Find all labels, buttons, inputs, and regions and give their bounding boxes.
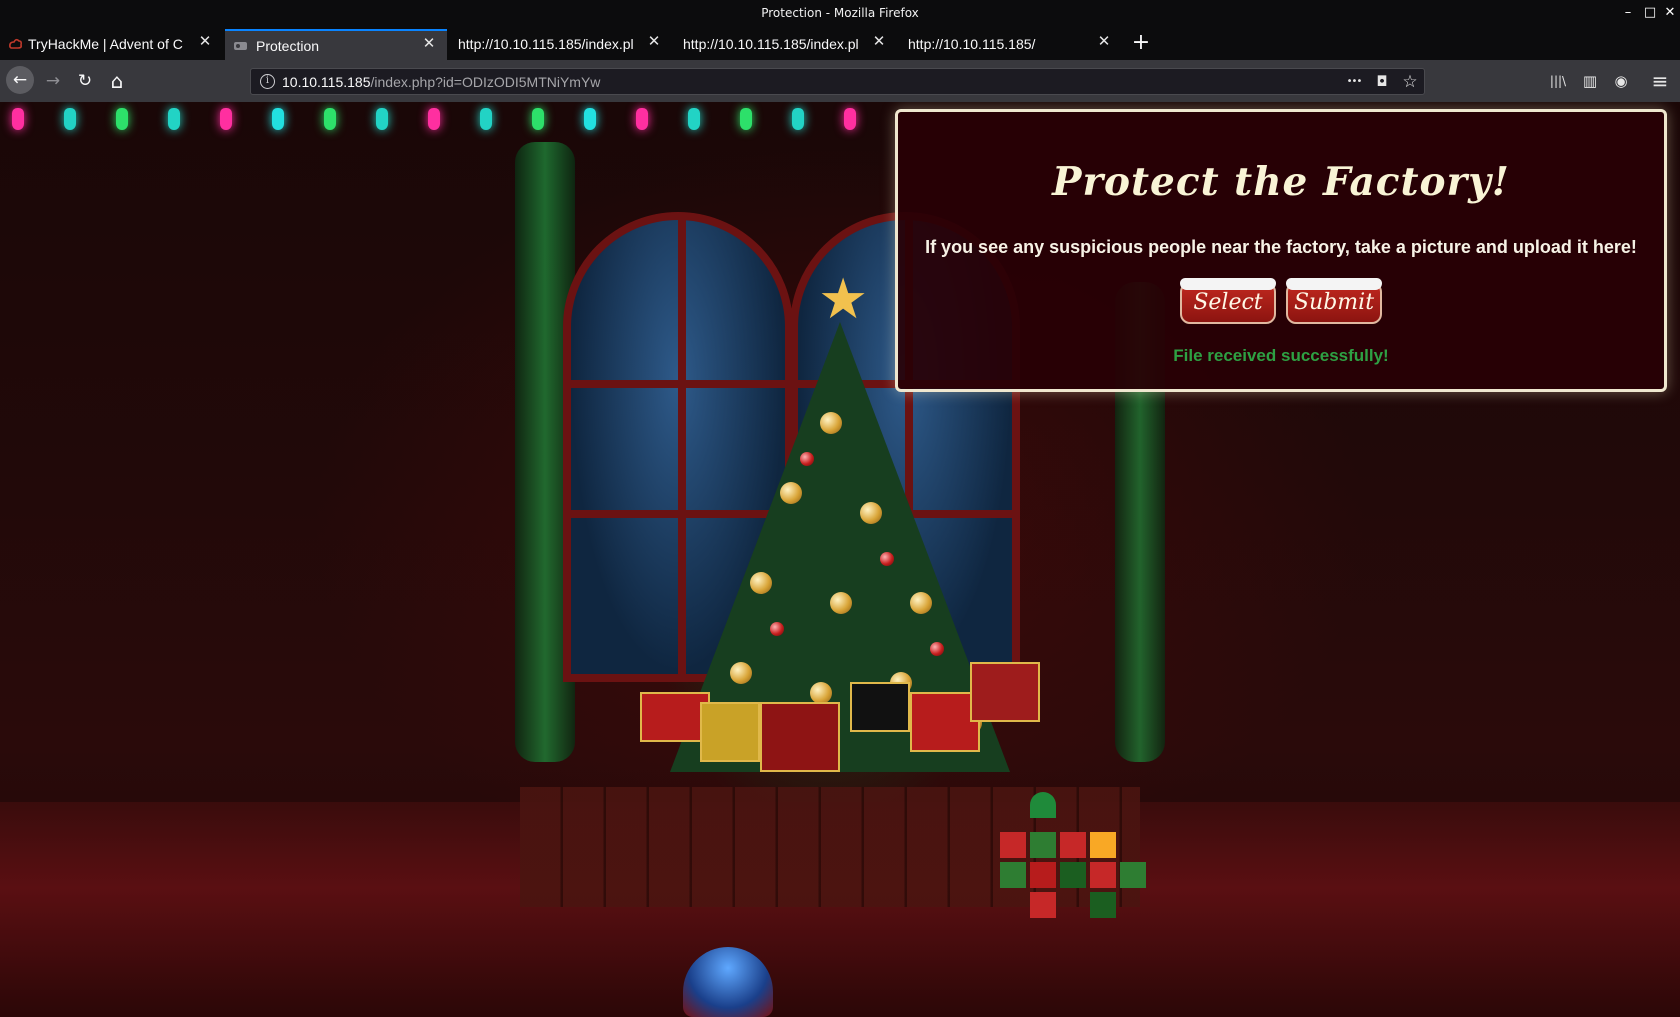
window-titlebar: Protection - Mozilla Firefox – □ ✕ [0,0,1680,27]
page-content: ★ Protect the Factory! If you see any su… [0,102,1680,1017]
hamburger-menu-icon[interactable]: ≡ [1649,70,1671,92]
site-info-icon[interactable]: i [260,74,275,89]
page-description: If you see any suspicious people near th… [925,237,1637,257]
bookmark-star-icon[interactable]: ☆ [1400,72,1420,92]
upload-panel: Protect the Factory! If you see any susp… [895,109,1667,392]
url-host: 10.10.115.185 [282,74,371,90]
back-button[interactable]: ← [6,66,34,94]
upload-status-message: File received successfully! [1173,346,1389,365]
submit-button-label: Submit [1293,290,1375,315]
sidebar-icon[interactable]: ▥ [1579,70,1601,92]
close-window-button[interactable]: ✕ [1660,3,1680,23]
tab-index-1[interactable]: http://10.10.115.185/index.pl ✕ [450,29,672,60]
close-tab-icon[interactable]: ✕ [1096,34,1112,50]
select-file-button[interactable]: Select [1180,278,1276,324]
tab-index-2[interactable]: http://10.10.115.185/index.pl ✕ [675,29,897,60]
tab-root[interactable]: http://10.10.115.185/ ✕ [900,29,1122,60]
tab-label: http://10.10.115.185/index.pl [458,36,634,52]
tab-protection[interactable]: Protection ✕ [225,29,447,60]
home-button[interactable]: ⌂ [104,68,130,94]
forward-button[interactable]: → [40,68,66,94]
snow-cap-icon [1286,278,1382,290]
tab-label: http://10.10.115.185/ [908,36,1036,52]
window-title: Protection - Mozilla Firefox [761,6,919,20]
url-text[interactable]: 10.10.115.185/index.php?id=ODIzODI5MTNiY… [282,74,600,90]
pocket-icon[interactable]: ◘ [1372,72,1392,92]
select-button-label: Select [1193,290,1263,315]
tree-star-icon: ★ [818,267,869,332]
tab-tryhackme[interactable]: TryHackMe | Advent of C ✕ [0,29,223,60]
tab-strip: TryHackMe | Advent of C ✕ Protection ✕ h… [0,27,1680,60]
page-title: Protect the Factory! [1052,159,1510,205]
navigation-bar: ← → ↻ ⌂ i 10.10.115.185/index.php?id=ODI… [0,60,1680,102]
new-tab-button[interactable]: + [1131,27,1151,58]
close-tab-icon[interactable]: ✕ [646,34,662,50]
reload-button[interactable]: ↻ [72,68,98,94]
close-tab-icon[interactable]: ✕ [421,36,437,52]
close-tab-icon[interactable]: ✕ [197,34,213,50]
tab-label: Protection [256,38,320,54]
close-tab-icon[interactable]: ✕ [871,34,887,50]
toy-blocks [1000,792,1170,922]
url-bar[interactable]: i 10.10.115.185/index.php?id=ODIzODI5MTN… [250,68,1425,95]
page-actions-icon[interactable]: ••• [1344,72,1364,92]
maximize-button[interactable]: □ [1640,3,1660,23]
snow-cap-icon [1180,278,1276,290]
tryhackme-favicon-icon [8,37,23,51]
library-icon[interactable]: |||\ [1547,70,1569,92]
page-favicon-icon [233,39,248,53]
tab-label: TryHackMe | Advent of C [28,36,183,52]
url-path: /index.php?id=ODIzODI5MTNiYmYw [370,74,601,90]
minimize-button[interactable]: – [1618,3,1638,23]
submit-button[interactable]: Submit [1286,278,1382,324]
tab-label: http://10.10.115.185/index.pl [683,36,859,52]
account-icon[interactable]: ◉ [1610,70,1632,92]
